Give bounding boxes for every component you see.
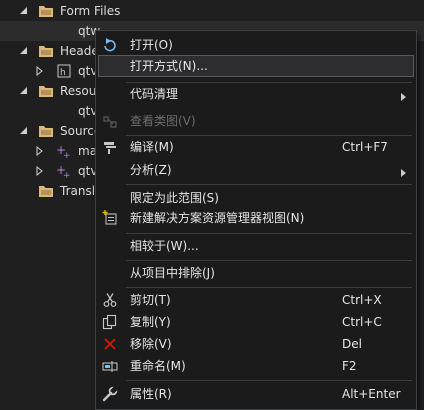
menu-label-properties: 属性(R) [130,387,172,401]
menu-label-new-solution-explorer-view: 新建解决方案资源管理器视图(N) [130,211,305,225]
menu-label-compare-with: 相较于(W)... [130,239,199,253]
menu-label-code-cleanup: 代码清理 [130,87,179,101]
expand-arrow-icon[interactable] [35,146,45,156]
menu-item-code-cleanup[interactable]: 代码清理 [96,83,416,105]
tree-label-header-files: Heade [60,44,99,58]
menu-item-scope-to-this[interactable]: 限定为此范围(S) [96,187,416,209]
class-diagram-icon [102,113,118,129]
menu-label-compile: 编译(M) [130,140,174,154]
collapse-arrow-icon[interactable] [19,126,29,136]
tree-label-resource-files: Resou [60,84,97,98]
menu-label-copy: 复制(Y) [130,315,171,329]
menu-item-exclude-from-project[interactable]: 从项目中排除(J) [96,262,416,284]
filter-folder-icon [38,183,54,199]
menu-item-open[interactable]: 打开(O) [96,34,416,56]
rename-icon [102,358,118,374]
svg-text:+: + [63,171,71,179]
menu-separator [126,184,412,185]
remove-x-icon [102,336,118,352]
menu-separator [126,260,412,261]
compile-icon [102,139,118,155]
filter-folder-icon [38,43,54,59]
menu-label-remove: 移除(V) [130,337,172,351]
menu-item-new-solution-explorer-view[interactable]: 新建解决方案资源管理器视图(N) [96,207,416,229]
open-arrow-icon [102,37,118,53]
expand-arrow-icon[interactable] [35,166,45,176]
expand-arrow-icon[interactable] [35,66,45,76]
menu-label-open-with: 打开方式(N)... [130,59,208,73]
context-menu: 打开(O) 打开方式(N)... 代码清理 查看类图(V) 编译(M) Ctrl… [95,30,417,410]
cpp-file-icon: + + [56,143,72,159]
wrench-icon [102,386,118,402]
collapse-arrow-icon[interactable] [19,86,29,96]
menu-item-copy[interactable]: 复制(Y) Ctrl+C [96,311,416,333]
menu-shortcut-compile: Ctrl+F7 [342,140,388,154]
menu-item-view-class-diagram[interactable]: 查看类图(V) [96,110,416,132]
tree-label-translation-files: Transl [60,184,96,198]
svg-text:h: h [60,68,66,78]
menu-shortcut-properties: Alt+Enter [342,387,401,401]
tree-row-form-files[interactable]: Form Files [0,1,424,21]
collapse-arrow-icon[interactable] [19,6,29,16]
menu-item-analyze[interactable]: 分析(Z) [96,159,416,181]
menu-item-cut[interactable]: 剪切(T) Ctrl+X [96,289,416,311]
menu-separator [126,233,412,234]
svg-text:+: + [63,151,71,159]
menu-label-view-class-diagram: 查看类图(V) [130,114,196,128]
menu-item-compile[interactable]: 编译(M) Ctrl+F7 [96,136,416,158]
copy-icon [102,314,118,330]
menu-item-open-with[interactable]: 打开方式(N)... [96,55,416,77]
menu-label-open: 打开(O) [130,38,173,52]
filter-folder-icon [38,83,54,99]
menu-item-rename[interactable]: 重命名(M) F2 [96,355,416,377]
submenu-arrow-icon [401,166,406,177]
filter-folder-icon [38,123,54,139]
filter-folder-icon [38,3,54,19]
menu-separator [126,380,412,381]
menu-shortcut-remove: Del [342,337,362,351]
header-file-icon: h [56,63,72,79]
menu-item-compare-with[interactable]: 相较于(W)... [96,235,416,257]
cpp-file-icon: + + [56,163,72,179]
menu-shortcut-rename: F2 [342,359,357,373]
menu-item-remove[interactable]: 移除(V) Del [96,333,416,355]
menu-label-rename: 重命名(M) [130,359,186,373]
submenu-arrow-icon [401,90,406,101]
tree-label-form-files: Form Files [60,4,121,18]
collapse-arrow-icon[interactable] [19,46,29,56]
menu-shortcut-cut: Ctrl+X [342,293,382,307]
menu-label-cut: 剪切(T) [130,293,171,307]
menu-label-analyze: 分析(Z) [130,163,172,177]
menu-shortcut-copy: Ctrl+C [342,315,382,329]
menu-label-exclude-from-project: 从项目中排除(J) [130,266,215,280]
new-view-icon [102,210,118,226]
menu-label-scope-to-this: 限定为此范围(S) [130,191,219,205]
menu-separator [126,287,412,288]
scissors-icon [102,292,118,308]
menu-item-properties[interactable]: 属性(R) Alt+Enter [96,383,416,405]
